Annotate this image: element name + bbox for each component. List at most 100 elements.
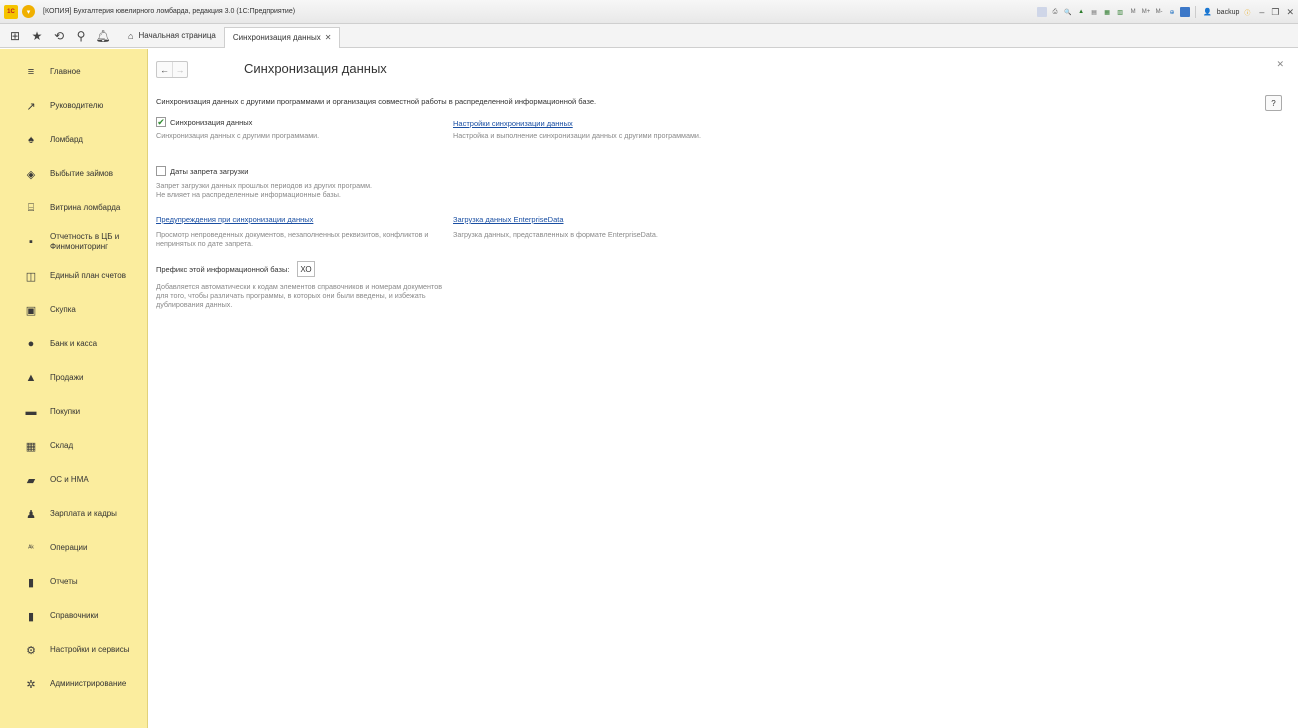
sidebar-item-label: Отчетность в ЦБ и Финмониторинг — [50, 232, 120, 251]
page-title: Синхронизация данных — [244, 61, 387, 76]
sidebar-item-label: Банк и касса — [50, 339, 98, 348]
sidebar-item-sales[interactable]: ▲ Продажи — [0, 361, 148, 395]
panel-icon[interactable] — [1180, 7, 1191, 17]
sync-checkbox[interactable]: ✔ — [156, 117, 166, 127]
sidebar-item-fixed-assets[interactable]: ▰ ОС и НМА — [0, 463, 148, 497]
sidebar-item-label: Зарплата и кадры — [50, 509, 117, 518]
home-icon: ⌂ — [128, 30, 134, 41]
help-button[interactable]: ? — [1265, 95, 1282, 111]
print-icon[interactable]: ⎙ — [1050, 7, 1060, 17]
sidebar-item-label: Витрина ломбарда — [50, 203, 121, 212]
save-icon[interactable]: ▲ — [1076, 7, 1086, 17]
shopping-bag-icon: ▲ — [25, 372, 37, 384]
sidebar-item-reports[interactable]: ▮ Отчеты — [0, 565, 148, 599]
operations-icon: ᴬᵏ — [28, 544, 34, 552]
prefix-input[interactable]: ХО — [297, 261, 315, 277]
sidebar-item-label: Единый план счетов — [50, 271, 126, 280]
enterprise-data-link[interactable]: Загрузка данных EnterpriseData — [453, 215, 564, 224]
sidebar-item-directories[interactable]: ▮ Справочники — [0, 599, 148, 633]
nav-buttons: ← → — [156, 61, 188, 78]
sync-checkbox-row[interactable]: ✔ Синхронизация данных — [156, 117, 252, 127]
forward-button[interactable]: → — [172, 62, 187, 77]
main-menu-icon[interactable]: ▾ — [22, 5, 35, 18]
sidebar-item-chart-of-accounts[interactable]: ◫ Единый план счетов — [0, 259, 148, 293]
sync-warnings-link[interactable]: Предупреждения при синхронизации данных — [156, 215, 313, 224]
close-form-icon[interactable]: ✕ — [1276, 59, 1284, 70]
load-ban-note: Запрет загрузки данных прошлых периодов … — [156, 181, 372, 199]
tab-sync-label: Синхронизация данных — [232, 33, 321, 42]
memory-mminus-button[interactable]: M- — [1154, 7, 1164, 17]
memory-mplus-button[interactable]: M+ — [1141, 7, 1151, 17]
minimize-button[interactable]: ‒ — [1259, 7, 1264, 17]
sidebar-item-label: Руководителю — [50, 101, 104, 110]
person-icon: ♟ — [26, 508, 36, 521]
load-ban-checkbox[interactable] — [156, 166, 166, 176]
sidebar-item-label: Выбытие займов — [50, 169, 114, 178]
sync-settings-link[interactable]: Настройки синхронизации данных — [453, 119, 573, 128]
sidebar-item-bank[interactable]: ● Банк и касса — [0, 327, 148, 361]
sidebar-item-salary[interactable]: ♟ Зарплата и кадры — [0, 497, 148, 531]
sync-checkbox-label: Синхронизация данных — [170, 117, 253, 127]
truck-icon: ▰ — [26, 474, 36, 487]
info-icon[interactable]: ⓘ — [1242, 7, 1252, 17]
sidebar-item-warehouse[interactable]: ▦ Склад — [0, 429, 148, 463]
sidebar-item-label: Отчеты — [50, 577, 78, 586]
app-logo-icon: 1С — [4, 4, 18, 19]
tab-close-icon[interactable]: ✕ — [325, 33, 332, 42]
calendar-icon[interactable] — [1037, 7, 1048, 17]
favorites-icon[interactable]: ★ — [26, 25, 48, 47]
sidebar-item-label: Справочники — [50, 611, 99, 620]
sidebar-item-settings[interactable]: ⚙ Настройки и сервисы — [0, 633, 148, 667]
load-ban-note-line: Не влияет на распределенные информационн… — [156, 190, 341, 199]
calc-icon[interactable]: ▥ — [1115, 7, 1125, 17]
history-icon[interactable]: ⟲ — [48, 25, 70, 47]
close-window-button[interactable]: ✕ — [1286, 7, 1294, 18]
user-name[interactable]: backup — [1217, 9, 1240, 16]
sidebar-item-label: ОС и НМА — [50, 475, 89, 484]
tab-sync[interactable]: Синхронизация данных ✕ — [223, 26, 341, 48]
money-bag-icon: ♠ — [28, 134, 34, 146]
sidebar-item-main[interactable]: ≡ Главное — [0, 55, 148, 89]
sidebar-item-label: Скупка — [50, 305, 76, 314]
sidebar-item-label: Продажи — [50, 373, 84, 382]
directory-icon: ▮ — [27, 610, 35, 623]
back-button[interactable]: ← — [157, 62, 172, 77]
tab-home[interactable]: ⌂ Начальная страница — [120, 26, 224, 46]
sidebar-item-label: Покупки — [50, 407, 81, 416]
gear-icon: ⚙ — [26, 644, 36, 657]
coin-icon: ● — [27, 338, 35, 350]
prefix-label: Префикс этой информационной базы: — [156, 265, 290, 274]
sidebar-item-purchases[interactable]: ▬ Покупки — [0, 395, 148, 429]
copy-icon[interactable]: ▤ — [1089, 7, 1099, 17]
zoom-icon[interactable]: ⊕ — [1167, 7, 1177, 17]
cash-register-icon: ▣ — [25, 304, 37, 317]
user-icon: 👤 — [1203, 9, 1212, 16]
tab-home-label: Начальная страница — [138, 31, 216, 40]
load-ban-checkbox-row[interactable]: Даты запрета загрузки — [156, 166, 248, 176]
all-functions-icon[interactable]: ⊞ — [4, 25, 26, 47]
sidebar-item-operations[interactable]: ᴬᵏ Операции — [0, 531, 148, 565]
sidebar-item-loan-disposal[interactable]: ◈ Выбытие займов — [0, 157, 148, 191]
sidebar-item-pawnshop[interactable]: ♠ Ломбард — [0, 123, 148, 157]
bar-chart-icon: ▮ — [27, 576, 35, 589]
sidebar-item-showcase[interactable]: ⌸ Витрина ломбарда — [0, 191, 148, 225]
sidebar-item-label: Главное — [50, 67, 81, 76]
notifications-icon[interactable]: 🔔︎ — [92, 25, 114, 47]
window-title: [КОПИЯ] Бухгалтерия ювелирного ломбарда,… — [43, 8, 296, 15]
sidebar-item-manager[interactable]: ↗ Руководителю — [0, 89, 148, 123]
sidebar: ≡ Главное ↗ Руководителю ♠ Ломбард ◈ Выб… — [0, 49, 148, 728]
gem-icon: ◈ — [26, 168, 36, 181]
restore-button[interactable]: ❐ — [1271, 7, 1279, 18]
menu-icon: ≡ — [27, 66, 35, 78]
load-ban-note-line: Запрет загрузки данных прошлых периодов … — [156, 181, 373, 190]
sidebar-item-cb-reporting[interactable]: ▪ Отчетность в ЦБ и Финмониторинг — [0, 225, 148, 259]
sidebar-item-buying[interactable]: ▣ Скупка — [0, 293, 148, 327]
sync-note: Синхронизация данных с другими программа… — [156, 131, 320, 140]
tab-row: ⊞ ★ ⟲ ⚲ 🔔︎ ⌂ Начальная страница Синхрони… — [0, 24, 1298, 48]
table-icon[interactable]: ▦ — [1102, 7, 1112, 17]
admin-gear-icon: ✲ — [26, 678, 36, 691]
memory-m-button[interactable]: M — [1128, 7, 1138, 17]
preview-icon[interactable]: 🔍 — [1063, 7, 1073, 17]
search-icon[interactable]: ⚲ — [70, 25, 92, 47]
sidebar-item-administration[interactable]: ✲ Администрирование — [0, 667, 148, 701]
